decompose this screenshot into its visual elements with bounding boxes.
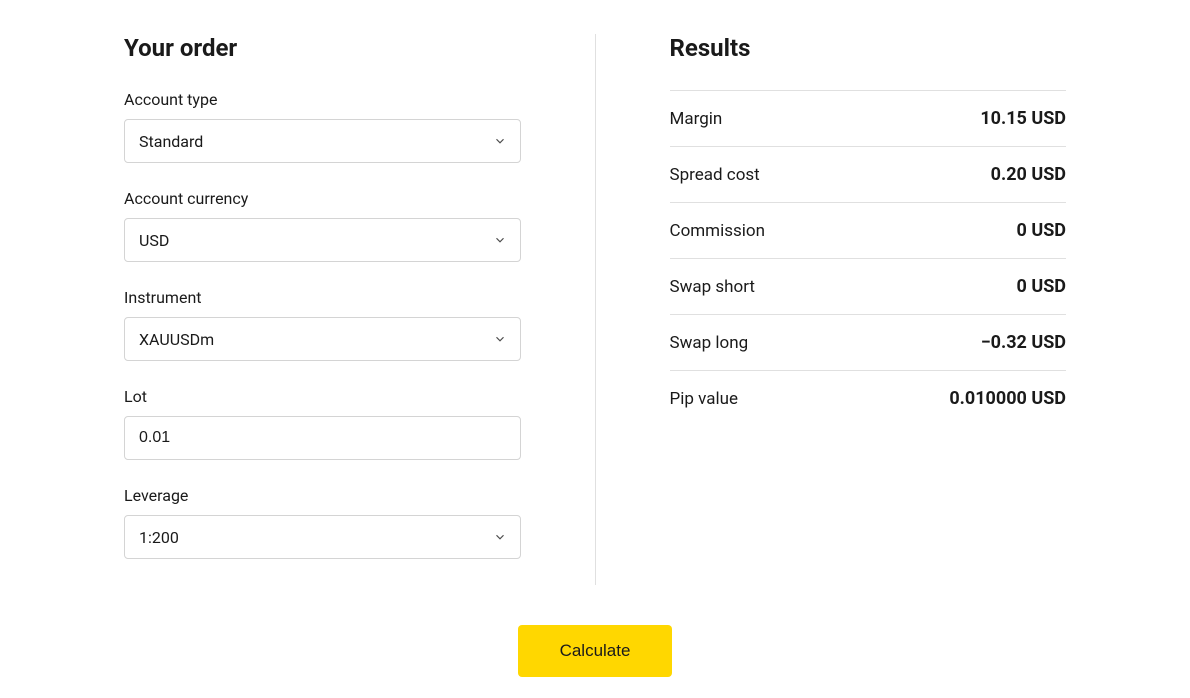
instrument-group: Instrument XAUUSDm xyxy=(124,288,521,361)
results-row-pip-value: Pip value 0.010000 USD xyxy=(670,370,1067,426)
account-type-value: Standard xyxy=(139,132,203,151)
results-row-commission: Commission 0 USD xyxy=(670,202,1067,258)
results-panel: Results Margin 10.15 USD Spread cost 0.2… xyxy=(596,34,1067,585)
instrument-label: Instrument xyxy=(124,288,521,307)
pip-value-value: 0.010000 USD xyxy=(949,388,1066,409)
leverage-value: 1:200 xyxy=(139,528,179,547)
lot-label: Lot xyxy=(124,387,521,406)
margin-label: Margin xyxy=(670,109,723,129)
lot-group: Lot xyxy=(124,387,521,460)
swap-long-value: −0.32 USD xyxy=(981,332,1066,353)
account-type-select[interactable]: Standard xyxy=(124,119,521,163)
results-row-swap-short: Swap short 0 USD xyxy=(670,258,1067,314)
account-currency-value: USD xyxy=(139,231,169,250)
action-row: Calculate xyxy=(0,625,1190,677)
instrument-select[interactable]: XAUUSDm xyxy=(124,317,521,361)
results-row-margin: Margin 10.15 USD xyxy=(670,90,1067,146)
margin-value: 10.15 USD xyxy=(980,108,1066,129)
leverage-label: Leverage xyxy=(124,486,521,505)
account-type-group: Account type Standard xyxy=(124,90,521,163)
account-currency-group: Account currency USD xyxy=(124,189,521,262)
results-title: Results xyxy=(670,34,1067,62)
leverage-select[interactable]: 1:200 xyxy=(124,515,521,559)
swap-short-label: Swap short xyxy=(670,277,755,297)
swap-long-label: Swap long xyxy=(670,333,749,353)
results-row-swap-long: Swap long −0.32 USD xyxy=(670,314,1067,370)
account-currency-select[interactable]: USD xyxy=(124,218,521,262)
spread-cost-value: 0.20 USD xyxy=(991,164,1066,185)
order-title: Your order xyxy=(124,34,521,62)
instrument-value: XAUUSDm xyxy=(139,330,214,349)
results-row-spread-cost: Spread cost 0.20 USD xyxy=(670,146,1067,202)
account-type-label: Account type xyxy=(124,90,521,109)
swap-short-value: 0 USD xyxy=(1017,276,1066,297)
commission-label: Commission xyxy=(670,221,765,241)
account-currency-label: Account currency xyxy=(124,189,521,208)
leverage-group: Leverage 1:200 xyxy=(124,486,521,559)
lot-input[interactable] xyxy=(124,416,521,460)
spread-cost-label: Spread cost xyxy=(670,165,760,185)
commission-value: 0 USD xyxy=(1017,220,1066,241)
calculate-button[interactable]: Calculate xyxy=(518,625,673,677)
pip-value-label: Pip value xyxy=(670,389,739,409)
order-panel: Your order Account type Standard Account… xyxy=(124,34,596,585)
